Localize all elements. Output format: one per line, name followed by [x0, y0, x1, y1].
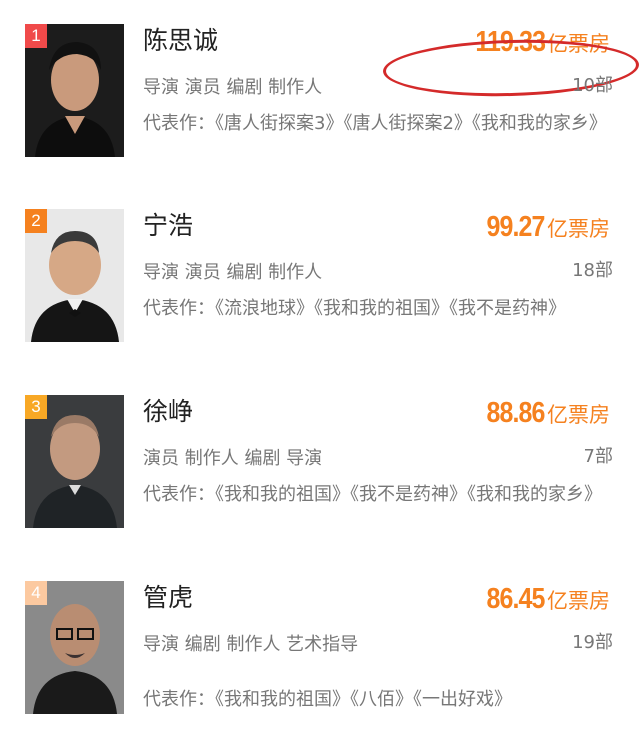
representative-works: 代表作：《流浪地球》《我和我的祖国》《我不是药神》	[143, 298, 566, 319]
person-name[interactable]: 徐峥	[143, 395, 193, 429]
rank-badge: 2	[25, 209, 47, 233]
person-roles: 导演 演员 编剧 制作人	[143, 262, 323, 283]
person-name[interactable]: 陈思诚	[143, 24, 218, 58]
person-roles: 演员 制作人 编剧 导演	[143, 448, 323, 469]
boxoffice-unit: 亿票房	[547, 32, 610, 56]
avatar[interactable]: 4	[25, 581, 124, 714]
avatar[interactable]: 1	[25, 24, 124, 157]
boxoffice-unit: 亿票房	[547, 589, 610, 613]
boxoffice-value: 119.33	[475, 26, 546, 58]
avatar[interactable]: 3	[25, 395, 124, 528]
boxoffice-total: 99.27 亿票房	[477, 211, 610, 247]
list-item[interactable]: 1 陈思诚 119.33 亿票房 导演 演员 编剧 制作人 10部 代表作：《唐…	[0, 24, 641, 159]
rank-badge: 3	[25, 395, 47, 419]
person-roles: 导演 演员 编剧 制作人	[143, 77, 323, 98]
person-name[interactable]: 宁浩	[143, 209, 193, 243]
person-name[interactable]: 管虎	[143, 581, 193, 615]
rank-badge: 4	[25, 581, 47, 605]
film-count: 10部	[572, 75, 613, 96]
representative-works: 代表作：《我和我的祖国》《我不是药神》《我和我的家乡》	[143, 484, 602, 505]
boxoffice-total: 119.33 亿票房	[464, 26, 610, 62]
boxoffice-total: 86.45 亿票房	[477, 583, 610, 619]
film-count: 7部	[583, 446, 613, 467]
list-item[interactable]: 2 宁浩 99.27 亿票房 导演 演员 编剧 制作人 18部 代表作：《流浪地…	[0, 209, 641, 344]
boxoffice-value: 86.45	[486, 583, 546, 615]
boxoffice-value: 88.86	[486, 397, 546, 429]
boxoffice-unit: 亿票房	[547, 217, 610, 241]
boxoffice-unit: 亿票房	[547, 403, 610, 427]
representative-works: 代表作：《我和我的祖国》《八佰》《一出好戏》	[143, 689, 512, 710]
boxoffice-value: 99.27	[486, 211, 546, 243]
avatar[interactable]: 2	[25, 209, 124, 342]
person-roles: 导演 编剧 制作人 艺术指导	[143, 634, 359, 655]
boxoffice-total: 88.86 亿票房	[477, 397, 610, 433]
film-count: 19部	[572, 632, 613, 653]
film-count: 18部	[572, 260, 613, 281]
list-item[interactable]: 3 徐峥 88.86 亿票房 演员 制作人 编剧 导演 7部 代表作：《我和我的…	[0, 395, 641, 530]
rank-badge: 1	[25, 24, 47, 48]
representative-works: 代表作：《唐人街探案3》《唐人街探案2》《我和我的家乡》	[143, 113, 607, 134]
list-item[interactable]: 4 管虎 86.45 亿票房 导演 编剧 制作人 艺术指导 19部 代表作：《我…	[0, 581, 641, 716]
